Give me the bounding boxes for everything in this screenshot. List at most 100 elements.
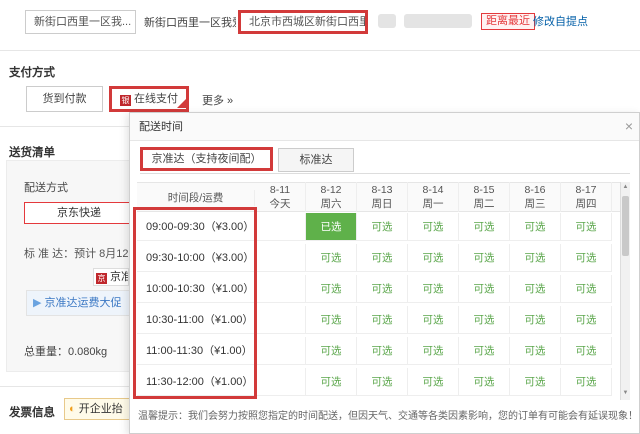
- tab-standard[interactable]: 标准达: [278, 148, 354, 172]
- slot-cell-available[interactable]: 可选: [561, 368, 612, 396]
- slot-cell-available[interactable]: 可选: [510, 244, 561, 272]
- date-label: 8-11: [269, 184, 291, 196]
- slot-cell-available[interactable]: 可选: [357, 213, 408, 241]
- slot-cell-available[interactable]: 可选: [306, 337, 357, 365]
- slot-cell-available[interactable]: 可选: [408, 368, 459, 396]
- tab-jd-precise[interactable]: 京准达（支持夜间配）: [140, 147, 273, 171]
- slot-cell-available[interactable]: 可选: [306, 275, 357, 303]
- more-payment-link[interactable]: 更多 »: [202, 92, 233, 108]
- slot-cell-available[interactable]: 可选: [408, 244, 459, 272]
- invoice-hint-text: 开企业抬: [78, 403, 123, 415]
- slot-cell-empty: [255, 368, 306, 396]
- slot-cell-available[interactable]: 可选: [561, 306, 612, 334]
- jd-express-option[interactable]: 京东快递: [24, 202, 134, 224]
- grid-header-date: 8-16 周三: [510, 182, 561, 212]
- delivery-title: 送货清单: [9, 147, 55, 159]
- weekday-label: 周日: [371, 198, 393, 210]
- slot-cell-available[interactable]: 可选: [561, 244, 612, 272]
- slot-cell-available[interactable]: 可选: [408, 306, 459, 334]
- slot-cell-available[interactable]: 可选: [561, 213, 612, 241]
- grid-header-date: 8-11 今天: [255, 182, 306, 212]
- slot-cell-available[interactable]: 可选: [459, 306, 510, 334]
- slot-cell-available[interactable]: 可选: [459, 337, 510, 365]
- slot-cell-selected[interactable]: 已选: [306, 213, 357, 241]
- grid-header-date: 8-15 周二: [459, 182, 510, 212]
- date-label: 8-14: [422, 184, 444, 196]
- promo-text: 京准达运费大促: [44, 297, 122, 309]
- popup-title: 配送时间: [139, 121, 183, 133]
- grid-header-date: 8-17 周四: [561, 182, 612, 212]
- slot-cell-available[interactable]: 可选: [408, 337, 459, 365]
- slot-cell-available[interactable]: 可选: [561, 275, 612, 303]
- scroll-up-icon[interactable]: ▲: [621, 182, 630, 192]
- slot-cell-available[interactable]: 可选: [510, 213, 561, 241]
- date-label: 8-12: [320, 184, 342, 196]
- slot-cell-available[interactable]: 可选: [459, 275, 510, 303]
- lightbulb-icon: ◐: [69, 403, 76, 415]
- jd-promo-banner[interactable]: ▶ 京准达运费大促: [26, 290, 130, 316]
- slot-cell-empty: [255, 244, 306, 272]
- date-label: 8-17: [575, 184, 597, 196]
- standard-eta: 标 准 达：预计 8月12日: [24, 248, 129, 260]
- slot-cell-empty: [255, 337, 306, 365]
- slot-cell-available[interactable]: 可选: [357, 368, 408, 396]
- slot-cell-available[interactable]: 可选: [510, 337, 561, 365]
- slot-cell-available[interactable]: 可选: [306, 368, 357, 396]
- date-label: 8-13: [371, 184, 393, 196]
- divider: [0, 386, 130, 387]
- slot-cell-available[interactable]: 可选: [357, 306, 408, 334]
- divider: [0, 126, 130, 127]
- slot-cell-empty: [255, 306, 306, 334]
- tab-underline: [140, 173, 630, 174]
- jd-tag: 京京准: [93, 268, 129, 286]
- slot-cell-available[interactable]: 可选: [306, 306, 357, 334]
- scroll-thumb[interactable]: [622, 196, 629, 256]
- popup-notice: 温馨提示：我们会努力按照您指定的时间配送，但因天气、交通等各类因素影响，您的订单…: [138, 406, 638, 428]
- slot-cell-available[interactable]: 可选: [459, 213, 510, 241]
- weekday-label: 周一: [422, 198, 444, 210]
- invoice-title: 发票信息: [9, 407, 55, 419]
- weekday-label: 周二: [473, 198, 495, 210]
- date-label: 8-15: [473, 184, 495, 196]
- address-option[interactable]: 新街口西里一区我爱...: [144, 14, 236, 32]
- blurred-info: [378, 14, 396, 28]
- weekday-label: 周三: [524, 198, 546, 210]
- slot-cell-available[interactable]: 可选: [408, 275, 459, 303]
- slot-cell-available[interactable]: 可选: [408, 213, 459, 241]
- address-option[interactable]: 新街口西里一区我...: [25, 10, 136, 34]
- payment-title: 支付方式: [9, 67, 55, 79]
- divider: [0, 50, 640, 51]
- slot-cell-available[interactable]: 可选: [306, 244, 357, 272]
- slot-cell-available[interactable]: 可选: [459, 368, 510, 396]
- slot-cell-empty: [255, 213, 306, 241]
- address-option-selected[interactable]: 北京市西城区新街口西里一...: [238, 10, 368, 34]
- weekday-label: 今天: [269, 198, 291, 210]
- slot-cell-available[interactable]: 可选: [510, 306, 561, 334]
- jd-tag-label: 京准: [110, 271, 128, 283]
- blurred-info: [404, 14, 472, 28]
- popup-header: 配送时间: [130, 113, 639, 141]
- weekday-label: 周四: [575, 198, 597, 210]
- slot-cell-available[interactable]: 可选: [357, 244, 408, 272]
- slot-cell-available[interactable]: 可选: [510, 275, 561, 303]
- slot-cell-available[interactable]: 可选: [561, 337, 612, 365]
- grid-header-date: 8-12 周六: [306, 182, 357, 212]
- grid-header-time: 时间段/运费: [137, 190, 255, 206]
- edit-pickup-link[interactable]: 修改自提点: [533, 14, 588, 30]
- scrollbar[interactable]: ▲ ▼: [620, 182, 630, 400]
- slot-cell-available[interactable]: 可选: [357, 337, 408, 365]
- slot-cell-available[interactable]: 可选: [459, 244, 510, 272]
- slot-cell-available[interactable]: 可选: [357, 275, 408, 303]
- invoice-hint[interactable]: ◐ 开企业抬: [64, 398, 130, 420]
- nearest-badge: 距离最近: [481, 13, 535, 30]
- pay-cod-button[interactable]: 货到付款: [26, 86, 103, 112]
- scroll-down-icon[interactable]: ▼: [621, 388, 630, 398]
- pay-online-label: 在线支付: [134, 93, 178, 105]
- close-icon[interactable]: ×: [622, 118, 636, 134]
- date-label: 8-16: [524, 184, 546, 196]
- time-column-highlight: [133, 207, 257, 399]
- total-weight: 总重量：0.080kg: [24, 346, 108, 358]
- promo-arrow-icon: ▶: [33, 297, 45, 309]
- slot-cell-available[interactable]: 可选: [510, 368, 561, 396]
- slot-cell-empty: [255, 275, 306, 303]
